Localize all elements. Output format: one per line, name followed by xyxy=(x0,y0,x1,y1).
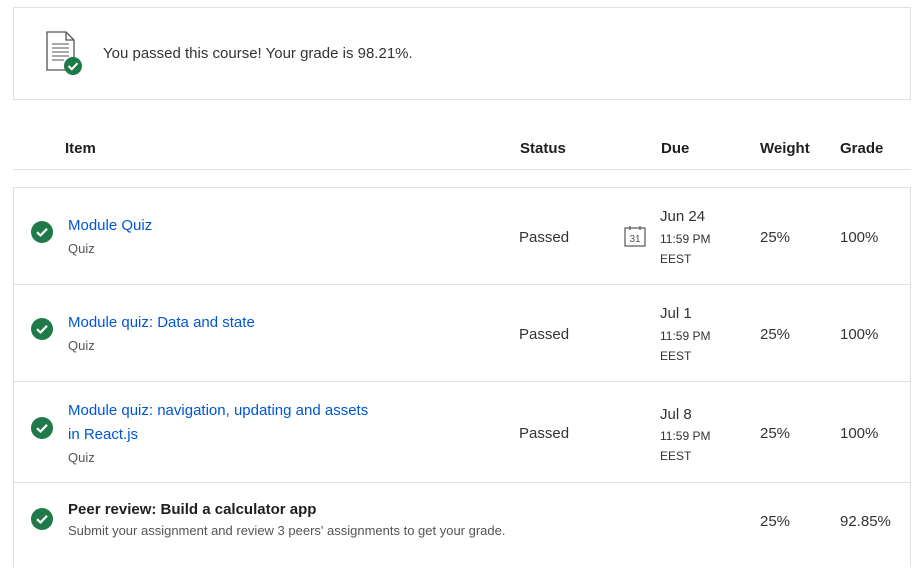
table-row: Peer review: Build a calculator app Subm… xyxy=(14,483,910,568)
due-date: Jul 8 xyxy=(660,406,692,423)
item-link-navigation-updating-assets[interactable]: Module quiz: navigation, updating and as… xyxy=(68,399,368,447)
grades-table-header: Item Status Due Weight Grade xyxy=(13,128,911,170)
item-status: Passed xyxy=(519,326,570,343)
document-check-icon xyxy=(44,30,84,80)
check-circle-icon xyxy=(31,417,53,439)
item-type: Quiz xyxy=(68,241,95,256)
header-weight: Weight xyxy=(760,140,810,157)
table-row: Module Quiz Quiz Passed 31 Jun 24 11:59 … xyxy=(14,188,910,285)
item-weight: 25% xyxy=(760,326,791,343)
course-grade-message: You passed this course! Your grade is 98… xyxy=(103,45,413,62)
item-grade: 92.85% xyxy=(840,513,891,530)
header-status: Status xyxy=(520,140,566,157)
due-timezone: EEST xyxy=(660,252,692,266)
item-type: Quiz xyxy=(68,450,95,465)
calendar-icon: 31 xyxy=(624,225,646,247)
grades-table-body: Module Quiz Quiz Passed 31 Jun 24 11:59 … xyxy=(13,187,911,567)
due-timezone: EEST xyxy=(660,349,692,363)
item-link-line2: in React.js xyxy=(68,426,139,443)
due-time: 11:59 PM xyxy=(660,232,711,246)
svg-text:31: 31 xyxy=(629,234,641,245)
table-row: Module quiz: navigation, updating and as… xyxy=(14,382,910,483)
due-time: 11:59 PM xyxy=(660,329,711,343)
item-title-peer-review[interactable]: Peer review: Build a calculator app xyxy=(68,501,316,518)
item-link-data-and-state[interactable]: Module quiz: Data and state xyxy=(68,311,255,335)
item-grade: 100% xyxy=(840,326,879,343)
item-link-line1: Module quiz: navigation, updating and as… xyxy=(68,402,369,419)
header-due: Due xyxy=(661,140,690,157)
header-item: Item xyxy=(65,140,96,157)
due-time: 11:59 PM xyxy=(660,429,711,443)
table-row: Module quiz: Data and state Quiz Passed … xyxy=(14,285,910,382)
due-timezone: EEST xyxy=(660,449,692,463)
course-passed-banner: You passed this course! Your grade is 98… xyxy=(13,7,911,100)
item-grade: 100% xyxy=(840,229,879,246)
item-status: Passed xyxy=(519,229,570,246)
item-weight: 25% xyxy=(760,229,791,246)
due-date: Jun 24 xyxy=(660,208,706,225)
due-date: Jul 1 xyxy=(660,305,692,322)
item-weight: 25% xyxy=(760,425,791,442)
header-grade: Grade xyxy=(840,140,884,157)
item-type: Quiz xyxy=(68,338,95,353)
check-circle-icon xyxy=(31,318,53,340)
item-weight: 25% xyxy=(760,513,791,530)
item-link-module-quiz[interactable]: Module Quiz xyxy=(68,214,152,238)
check-circle-icon xyxy=(31,221,53,243)
item-grade: 100% xyxy=(840,425,879,442)
item-status: Passed xyxy=(519,425,570,442)
check-circle-icon xyxy=(31,508,53,530)
item-description: Submit your assignment and review 3 peer… xyxy=(68,523,506,538)
